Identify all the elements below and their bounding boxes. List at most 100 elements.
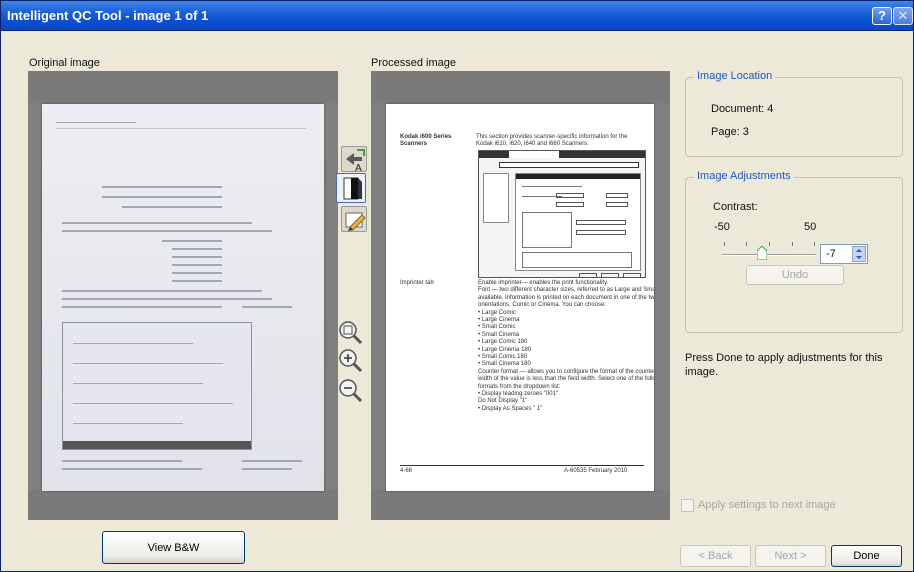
zoom-fit-icon[interactable]	[337, 319, 363, 345]
doc-body-line: • Display As Spaces " 1"	[478, 405, 543, 412]
window-title: Intelligent QC Tool - image 1 of 1	[7, 8, 209, 23]
orig-text-line	[62, 298, 272, 300]
orig-dialog-line	[73, 343, 193, 344]
doc-dialog-tab-panel	[515, 173, 641, 271]
contrast-slider[interactable]	[722, 242, 816, 261]
svg-text:A: A	[355, 163, 362, 173]
zoom-in-icon[interactable]	[337, 347, 363, 373]
image-location-group: Image Location Document: 4 Page: 3	[685, 70, 903, 157]
slider-tick	[792, 242, 793, 246]
done-button[interactable]: Done	[831, 545, 902, 567]
viewer-band-top	[371, 71, 670, 103]
doc-body-line: • Small Cinema	[478, 331, 520, 338]
bw-toggle-icon[interactable]	[336, 173, 366, 203]
doc-footer-right: A-60535 February 2010	[564, 468, 628, 474]
doc-body-line: • Small Comic	[478, 324, 516, 331]
close-icon[interactable]: ✕	[893, 7, 913, 25]
doc-body-line: Enable imprinter— enables the print func…	[478, 280, 609, 286]
orig-text-line	[102, 196, 222, 198]
orig-text-line	[162, 240, 222, 242]
orig-rule	[56, 128, 306, 129]
doc-body-line: Do Not Display "1"	[478, 398, 528, 405]
contrast-min-label: -50	[714, 221, 730, 233]
qc-window: Intelligent QC Tool - image 1 of 1 ? ✕ O…	[0, 0, 914, 572]
doc-dialog-tab-header	[516, 174, 640, 179]
processed-page-image: Kodak i600 Series Scanners This section …	[386, 104, 654, 491]
doc-footer-left: 4-66	[400, 468, 413, 474]
viewer-band-bottom	[371, 490, 670, 520]
slider-track	[722, 254, 816, 256]
help-icon[interactable]: ?	[872, 7, 892, 25]
doc-body-line: • Small Cinema 180	[478, 361, 531, 368]
orig-text-line	[242, 460, 302, 462]
imprinter-tab-label: Imprinter tab	[400, 280, 434, 286]
orig-dialog-line	[73, 403, 233, 404]
orig-text-line	[62, 222, 252, 224]
doc-dialog-line	[522, 186, 582, 187]
doc-dialog-field	[556, 193, 584, 198]
instruction-text: Press Done to apply adjustments for this…	[685, 352, 883, 378]
orig-text-line	[172, 272, 222, 274]
edit-pencil-icon[interactable]	[341, 206, 367, 232]
doc-dialog-titlebar	[479, 151, 645, 158]
doc-body-line: orientations, Comic or Cinema. You can c…	[478, 302, 607, 309]
doc-heading: Kodak i600 Series Scanners	[400, 134, 452, 147]
doc-dialog-group	[522, 252, 632, 268]
doc-dialog-field	[576, 220, 626, 225]
title-bar: Intelligent QC Tool - image 1 of 1 ? ✕	[1, 1, 913, 31]
doc-dialog-dropdown	[499, 162, 639, 168]
stepper-arrows[interactable]	[852, 246, 866, 262]
doc-dialog-thumbnail	[478, 150, 646, 278]
contrast-max-label: 50	[804, 221, 817, 233]
undo-button[interactable]: Undo	[746, 265, 844, 285]
original-image-label: Original image	[29, 57, 100, 69]
doc-body-line: • Large Cinema	[478, 317, 520, 323]
image-location-title: Image Location	[694, 70, 776, 82]
orig-text-line	[172, 280, 222, 282]
processed-image-label: Processed image	[371, 57, 456, 69]
orig-dialog-titlebar	[63, 441, 251, 449]
doc-footer-rule	[400, 465, 644, 466]
next-button[interactable]: Next >	[755, 545, 826, 567]
orig-dialog-thumbnail	[62, 322, 252, 450]
processed-image-viewer[interactable]: Kodak i600 Series Scanners This section …	[371, 71, 670, 520]
orig-text-line	[172, 264, 222, 266]
doc-body-line: Counter format — allows you to configure…	[478, 368, 654, 375]
doc-dialog-field	[606, 202, 628, 207]
image-adjustments-group: Image Adjustments Contrast: -50 50 -7 Un…	[685, 170, 903, 333]
doc-dialog-field	[576, 230, 626, 235]
orig-text-line	[62, 460, 182, 462]
page-number: Page: 3	[711, 126, 749, 138]
contrast-value: -7	[826, 248, 836, 260]
orig-text-line	[172, 256, 222, 258]
doc-body-line: Font — two different character sizes, re…	[478, 287, 654, 294]
slider-tick	[724, 242, 725, 246]
orig-dialog-line	[73, 383, 203, 384]
apply-next-checkbox[interactable]	[681, 499, 694, 512]
doc-dialog-list	[483, 173, 509, 223]
document-number: Document: 4	[711, 103, 774, 115]
doc-intro: This section provides scanner-specific i…	[476, 134, 628, 147]
orig-footer-line	[56, 122, 136, 123]
doc-dialog-button	[601, 273, 619, 278]
doc-body-line: • Large Comic	[478, 309, 516, 316]
slider-tick	[746, 242, 747, 246]
rotate-text-icon[interactable]: A	[341, 146, 367, 174]
doc-body-line: • Large Comic 180	[478, 339, 528, 346]
orig-dialog-line	[73, 363, 223, 364]
zoom-out-icon[interactable]	[337, 377, 363, 403]
view-bw-button[interactable]: View B&W	[102, 531, 245, 564]
doc-body-line: available. Information is printed on eac…	[478, 294, 654, 301]
viewer-band-top	[28, 71, 338, 103]
orig-text-line	[102, 186, 222, 188]
slider-thumb[interactable]	[756, 245, 768, 261]
back-button[interactable]: < Back	[680, 545, 751, 567]
doc-dialog-field	[606, 193, 628, 198]
contrast-value-stepper[interactable]: -7	[820, 244, 868, 264]
original-image-viewer[interactable]	[28, 71, 338, 520]
orig-text-line	[172, 248, 222, 250]
doc-body-line: • Display leading zeroes "001"	[478, 391, 559, 397]
image-adjustments-title: Image Adjustments	[694, 170, 794, 182]
orig-dialog-line	[73, 423, 183, 424]
doc-body-line: width of the value is less than the fiel…	[478, 376, 654, 383]
